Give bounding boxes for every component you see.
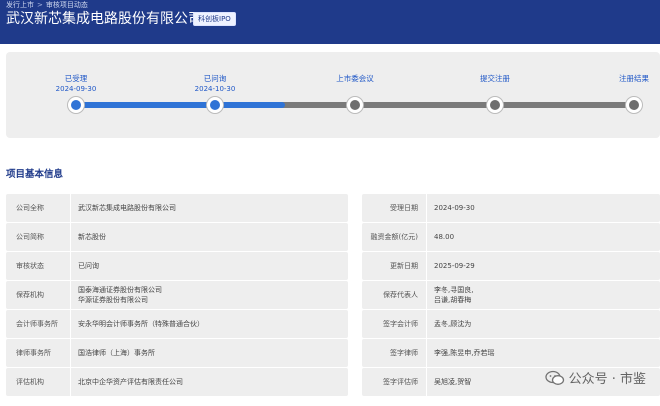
row-divider xyxy=(426,194,427,222)
breadcrumb-item-review[interactable]: 审核项目动态 xyxy=(46,0,88,10)
review-progress-panel: 已受理 2024-09-30 已问询 2024-10-30 上市委会议 提交注册… xyxy=(6,52,660,138)
row-divider xyxy=(426,252,427,280)
step-label: 上市委会议 xyxy=(336,74,374,83)
section-title: 项目基本信息 xyxy=(6,169,64,180)
info-label: 签字律师 xyxy=(390,349,418,357)
info-value: 北京中企华资产评估有限责任公司 xyxy=(78,378,183,386)
info-row-signing-lawyers: 签字律师 李强,陈昱申,乔若瑶 xyxy=(362,339,660,367)
info-label: 评估机构 xyxy=(16,378,44,386)
info-label: 公司简称 xyxy=(16,233,44,241)
step-date: 2024-09-30 xyxy=(55,85,97,93)
row-divider xyxy=(426,368,427,396)
row-divider xyxy=(70,281,71,309)
info-value: 武汉新芯集成电路股份有限公司 xyxy=(78,204,176,212)
info-label: 律师事务所 xyxy=(16,349,51,357)
info-label: 受理日期 xyxy=(390,204,418,212)
info-value: 新芯股份 xyxy=(78,233,106,241)
row-divider xyxy=(70,223,71,251)
progress-track-fill xyxy=(76,102,285,108)
step-label: 注册结果 xyxy=(619,74,649,83)
info-value: 孟冬,顾沈为 xyxy=(434,320,472,328)
info-row-accounting-firm: 会计师事务所 安永华明会计师事务所（特殊普通合伙） xyxy=(6,310,348,338)
info-label: 签字会计师 xyxy=(383,320,418,328)
step-label: 已问询 xyxy=(203,74,227,83)
info-label: 保荐代表人 xyxy=(383,291,418,299)
step-date: 2024-10-30 xyxy=(194,85,236,93)
watermark: 公众号 · 市鉴 xyxy=(544,368,646,387)
info-label: 融资金额(亿元) xyxy=(370,233,418,241)
step-dot-submit-registration[interactable] xyxy=(487,97,503,113)
info-label: 签字评估师 xyxy=(383,378,418,386)
info-row-appraisal-firm: 评估机构 北京中企华资产评估有限责任公司 xyxy=(6,368,348,396)
info-row-accept-date: 受理日期 2024-09-30 xyxy=(362,194,660,222)
info-label: 更新日期 xyxy=(390,262,418,270)
step-label: 提交注册 xyxy=(480,74,510,83)
board-badge: 科创板IPO xyxy=(193,12,236,26)
breadcrumb-separator: > xyxy=(37,1,43,9)
row-divider xyxy=(426,223,427,251)
step-listing-committee: 上市委会议 xyxy=(310,74,400,84)
info-label: 审核状态 xyxy=(16,262,44,270)
row-divider xyxy=(426,339,427,367)
info-label: 公司全称 xyxy=(16,204,44,212)
row-divider xyxy=(70,368,71,396)
row-divider xyxy=(426,310,427,338)
row-divider xyxy=(70,339,71,367)
step-submit-registration: 提交注册 xyxy=(450,74,540,84)
info-row-sponsor: 保荐机构 国泰海通证券股份有限公司 华源证券股份有限公司 xyxy=(6,281,348,309)
info-row-sponsor-reps: 保荐代表人 李冬,寻国良, 吕谦,胡春梅 xyxy=(362,281,660,309)
breadcrumb-item-listing[interactable]: 发行上市 xyxy=(6,0,34,10)
step-dot-listing-committee[interactable] xyxy=(347,97,363,113)
info-row-update-date: 更新日期 2025-09-29 xyxy=(362,252,660,280)
info-label: 会计师事务所 xyxy=(16,320,58,328)
info-row-financing-amount: 融资金额(亿元) 48.00 xyxy=(362,223,660,251)
info-value: 李冬,寻国良, 吕谦,胡春梅 xyxy=(434,286,474,304)
watermark-text: 公众号 · 市鉴 xyxy=(568,372,646,387)
info-label: 保荐机构 xyxy=(16,291,44,299)
info-value: 吴旭凌,贺智 xyxy=(434,378,472,386)
info-value: 48.00 xyxy=(434,233,455,241)
step-inquired: 已问询 2024-10-30 xyxy=(170,74,260,94)
info-value: 已问询 xyxy=(78,262,99,270)
page-title: 武汉新芯集成电路股份有限公司 xyxy=(6,11,202,27)
step-registration-result: 注册结果 xyxy=(589,74,660,84)
step-accepted: 已受理 2024-09-30 xyxy=(31,74,121,94)
wechat-icon xyxy=(544,370,564,385)
info-value: 2024-09-30 xyxy=(434,204,475,212)
info-value: 国浩律师（上海）事务所 xyxy=(78,349,155,357)
info-row-signing-accountants: 签字会计师 孟冬,顾沈为 xyxy=(362,310,660,338)
info-row-short-name: 公司简称 新芯股份 xyxy=(6,223,348,251)
step-label: 已受理 xyxy=(64,74,88,83)
row-divider xyxy=(426,281,427,309)
info-row-law-firm: 律师事务所 国浩律师（上海）事务所 xyxy=(6,339,348,367)
step-dot-registration-result[interactable] xyxy=(626,97,642,113)
info-value: 安永华明会计师事务所（特殊普通合伙） xyxy=(78,320,204,328)
step-dot-inquired[interactable] xyxy=(207,97,223,113)
info-value: 2025-09-29 xyxy=(434,262,475,270)
step-dot-accepted[interactable] xyxy=(68,97,84,113)
page-header: 发行上市 > 审核项目动态 武汉新芯集成电路股份有限公司 科创板IPO xyxy=(0,0,660,44)
info-row-review-status: 审核状态 已问询 xyxy=(6,252,348,280)
row-divider xyxy=(70,252,71,280)
breadcrumb: 发行上市 > 审核项目动态 xyxy=(6,0,88,10)
info-value: 李强,陈昱申,乔若瑶 xyxy=(434,349,495,357)
info-row-full-name: 公司全称 武汉新芯集成电路股份有限公司 xyxy=(6,194,348,222)
row-divider xyxy=(70,194,71,222)
row-divider xyxy=(70,310,71,338)
info-value: 国泰海通证券股份有限公司 华源证券股份有限公司 xyxy=(78,286,162,304)
